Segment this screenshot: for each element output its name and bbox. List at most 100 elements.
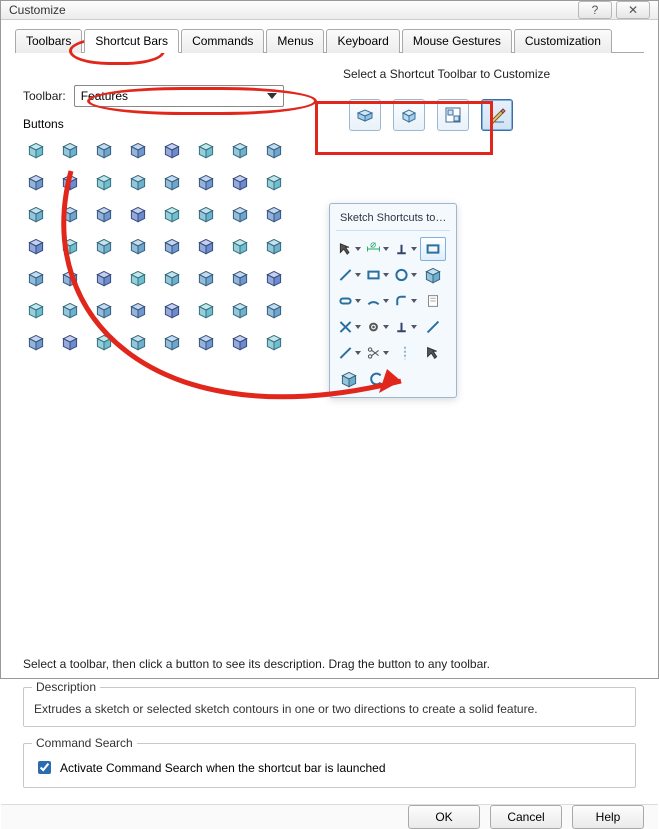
sketch-corner-rect-icon[interactable] xyxy=(420,237,446,261)
feature-deform-icon[interactable] xyxy=(125,201,151,227)
sketch-relations-icon[interactable] xyxy=(392,237,418,261)
feature-curves-icon[interactable] xyxy=(227,297,253,323)
feature-offset-surface-icon[interactable] xyxy=(193,265,219,291)
feature-dome-icon[interactable] xyxy=(57,201,83,227)
feature-imported-icon[interactable] xyxy=(159,265,185,291)
feature-pattern-circular-icon[interactable] xyxy=(57,233,83,259)
feature-gusset-icon[interactable] xyxy=(125,329,151,355)
tab-menus[interactable]: Menus xyxy=(266,29,324,53)
sketch-line-icon[interactable] xyxy=(336,263,362,287)
sketch-rectangle-icon[interactable] xyxy=(364,263,390,287)
tab-keyboard[interactable]: Keyboard xyxy=(326,29,399,53)
feature-cut-revolve-icon[interactable] xyxy=(261,137,287,163)
sketch-dim-smart-icon[interactable]: ⌀ xyxy=(364,237,390,261)
feature-swept-icon[interactable] xyxy=(91,137,117,163)
feature-intersect-icon[interactable] xyxy=(91,265,117,291)
feature-pattern-curve-icon[interactable] xyxy=(91,233,117,259)
sketch-axis-icon[interactable] xyxy=(392,341,418,365)
feature-draft-icon[interactable] xyxy=(261,169,287,195)
feature-indent-icon[interactable] xyxy=(159,201,185,227)
tab-shortcut-bars[interactable]: Shortcut Bars xyxy=(84,29,179,53)
feature-mate-ref-icon[interactable] xyxy=(159,297,185,323)
sketch-select-arrow-icon[interactable] xyxy=(336,237,362,261)
help-button[interactable]: Help xyxy=(572,805,644,829)
feature-cut-boundary-icon[interactable] xyxy=(91,169,117,195)
feature-wrap-icon[interactable] xyxy=(227,201,253,227)
shortcut-part-button[interactable] xyxy=(393,99,425,131)
feature-fillet-icon[interactable] xyxy=(159,169,185,195)
feature-shell-icon[interactable] xyxy=(23,201,49,227)
feature-loft-icon[interactable] xyxy=(125,137,151,163)
tab-commands[interactable]: Commands xyxy=(181,29,264,53)
feature-end-cap-icon[interactable] xyxy=(159,329,185,355)
feature-scale-icon[interactable] xyxy=(23,265,49,291)
feature-3dsketch-check-icon[interactable] xyxy=(227,329,253,355)
sketch-scissors-icon[interactable] xyxy=(364,341,390,365)
sketch-circle-icon[interactable] xyxy=(392,263,418,287)
feature-flex-icon[interactable] xyxy=(193,201,219,227)
feature-reference-point-icon[interactable] xyxy=(125,297,151,323)
tab-toolbars[interactable]: Toolbars xyxy=(15,29,82,53)
sketch-trim-icon[interactable] xyxy=(336,315,362,339)
chevron-down-icon xyxy=(383,247,389,251)
toolbar-dropdown[interactable]: Features xyxy=(74,85,284,107)
feature-pattern-linear-icon[interactable] xyxy=(23,233,49,259)
feature-boundary-icon[interactable] xyxy=(159,137,185,163)
feature-reference-coord-icon[interactable] xyxy=(91,297,117,323)
sketch-c-shape-icon[interactable] xyxy=(364,367,390,391)
sketch-shortcuts-toolbar[interactable]: Sketch Shortcuts tool... ⌀ xyxy=(329,203,457,398)
shortcut-sketch-button[interactable] xyxy=(481,99,513,131)
feature-cut-loft-icon[interactable] xyxy=(57,169,83,195)
feature-reference-plane-icon[interactable] xyxy=(23,297,49,323)
feature-cut-extrude-icon[interactable] xyxy=(227,137,253,163)
feature-delete-face-icon[interactable] xyxy=(125,265,151,291)
feature-thicken-icon[interactable] xyxy=(193,137,219,163)
command-search-checkbox[interactable] xyxy=(38,761,51,774)
sketch-slot-icon[interactable] xyxy=(336,289,362,313)
sketch-cube-icon[interactable] xyxy=(420,263,446,287)
feature-combine-icon[interactable] xyxy=(57,265,83,291)
sketch-fillet-sketch-icon[interactable] xyxy=(392,289,418,313)
help-window-button[interactable]: ? xyxy=(578,1,612,19)
shortcut-drawing-button[interactable] xyxy=(437,99,469,131)
tab-customization[interactable]: Customization xyxy=(514,29,612,53)
feature-reference-axis-icon[interactable] xyxy=(57,297,83,323)
feature-hole-icon[interactable] xyxy=(125,169,151,195)
command-search-checkbox-row[interactable]: Activate Command Search when the shortcu… xyxy=(34,758,625,777)
sketch-spline-icon[interactable] xyxy=(420,315,446,339)
feature-freeform-icon[interactable] xyxy=(91,201,117,227)
cancel-button[interactable]: Cancel xyxy=(490,805,562,829)
feature-chamfer-icon[interactable] xyxy=(193,169,219,195)
close-window-button[interactable]: ✕ xyxy=(616,1,650,19)
feature-split-icon[interactable] xyxy=(261,233,287,259)
sketch-up-arrow-icon[interactable] xyxy=(420,341,446,365)
feature-rib-icon[interactable] xyxy=(227,169,253,195)
sketch-sheet-icon[interactable] xyxy=(420,289,446,313)
feature-weldment-icon[interactable] xyxy=(23,329,49,355)
feature-repair-icon[interactable] xyxy=(261,265,287,291)
sketch-gear-icon[interactable] xyxy=(364,315,390,339)
shortcut-assembly-button[interactable] xyxy=(349,99,381,131)
feature-move-face-icon[interactable] xyxy=(227,233,253,259)
feature-revolve-icon[interactable] xyxy=(57,137,83,163)
feature-grid3d-icon[interactable] xyxy=(261,329,287,355)
feature-check-icon[interactable] xyxy=(193,329,219,355)
feature-trim-extend-icon[interactable] xyxy=(91,329,117,355)
feature-pattern-sketch-icon[interactable] xyxy=(125,233,151,259)
feature-ruled-surface-icon[interactable] xyxy=(227,265,253,291)
feature-structural-icon[interactable] xyxy=(57,329,83,355)
feature-pattern-table-icon[interactable] xyxy=(159,233,185,259)
feature-mirror-icon[interactable] xyxy=(261,201,287,227)
tab-mouse-gestures[interactable]: Mouse Gestures xyxy=(402,29,512,53)
sketch-cube2-icon[interactable] xyxy=(336,367,362,391)
feature-instant3d-icon[interactable] xyxy=(261,297,287,323)
feature-extrude-icon[interactable] xyxy=(23,137,49,163)
feature-live-section-icon[interactable] xyxy=(193,297,219,323)
sketch-spline2-icon[interactable] xyxy=(336,341,362,365)
ok-button[interactable]: OK xyxy=(408,805,480,829)
feature-pattern-fill-icon[interactable] xyxy=(193,233,219,259)
feature-cut-sweep-icon[interactable] xyxy=(23,169,49,195)
sketch-perpendicular-icon[interactable] xyxy=(392,315,418,339)
sketch-arc-icon[interactable] xyxy=(364,289,390,313)
chevron-down-icon xyxy=(411,325,417,329)
